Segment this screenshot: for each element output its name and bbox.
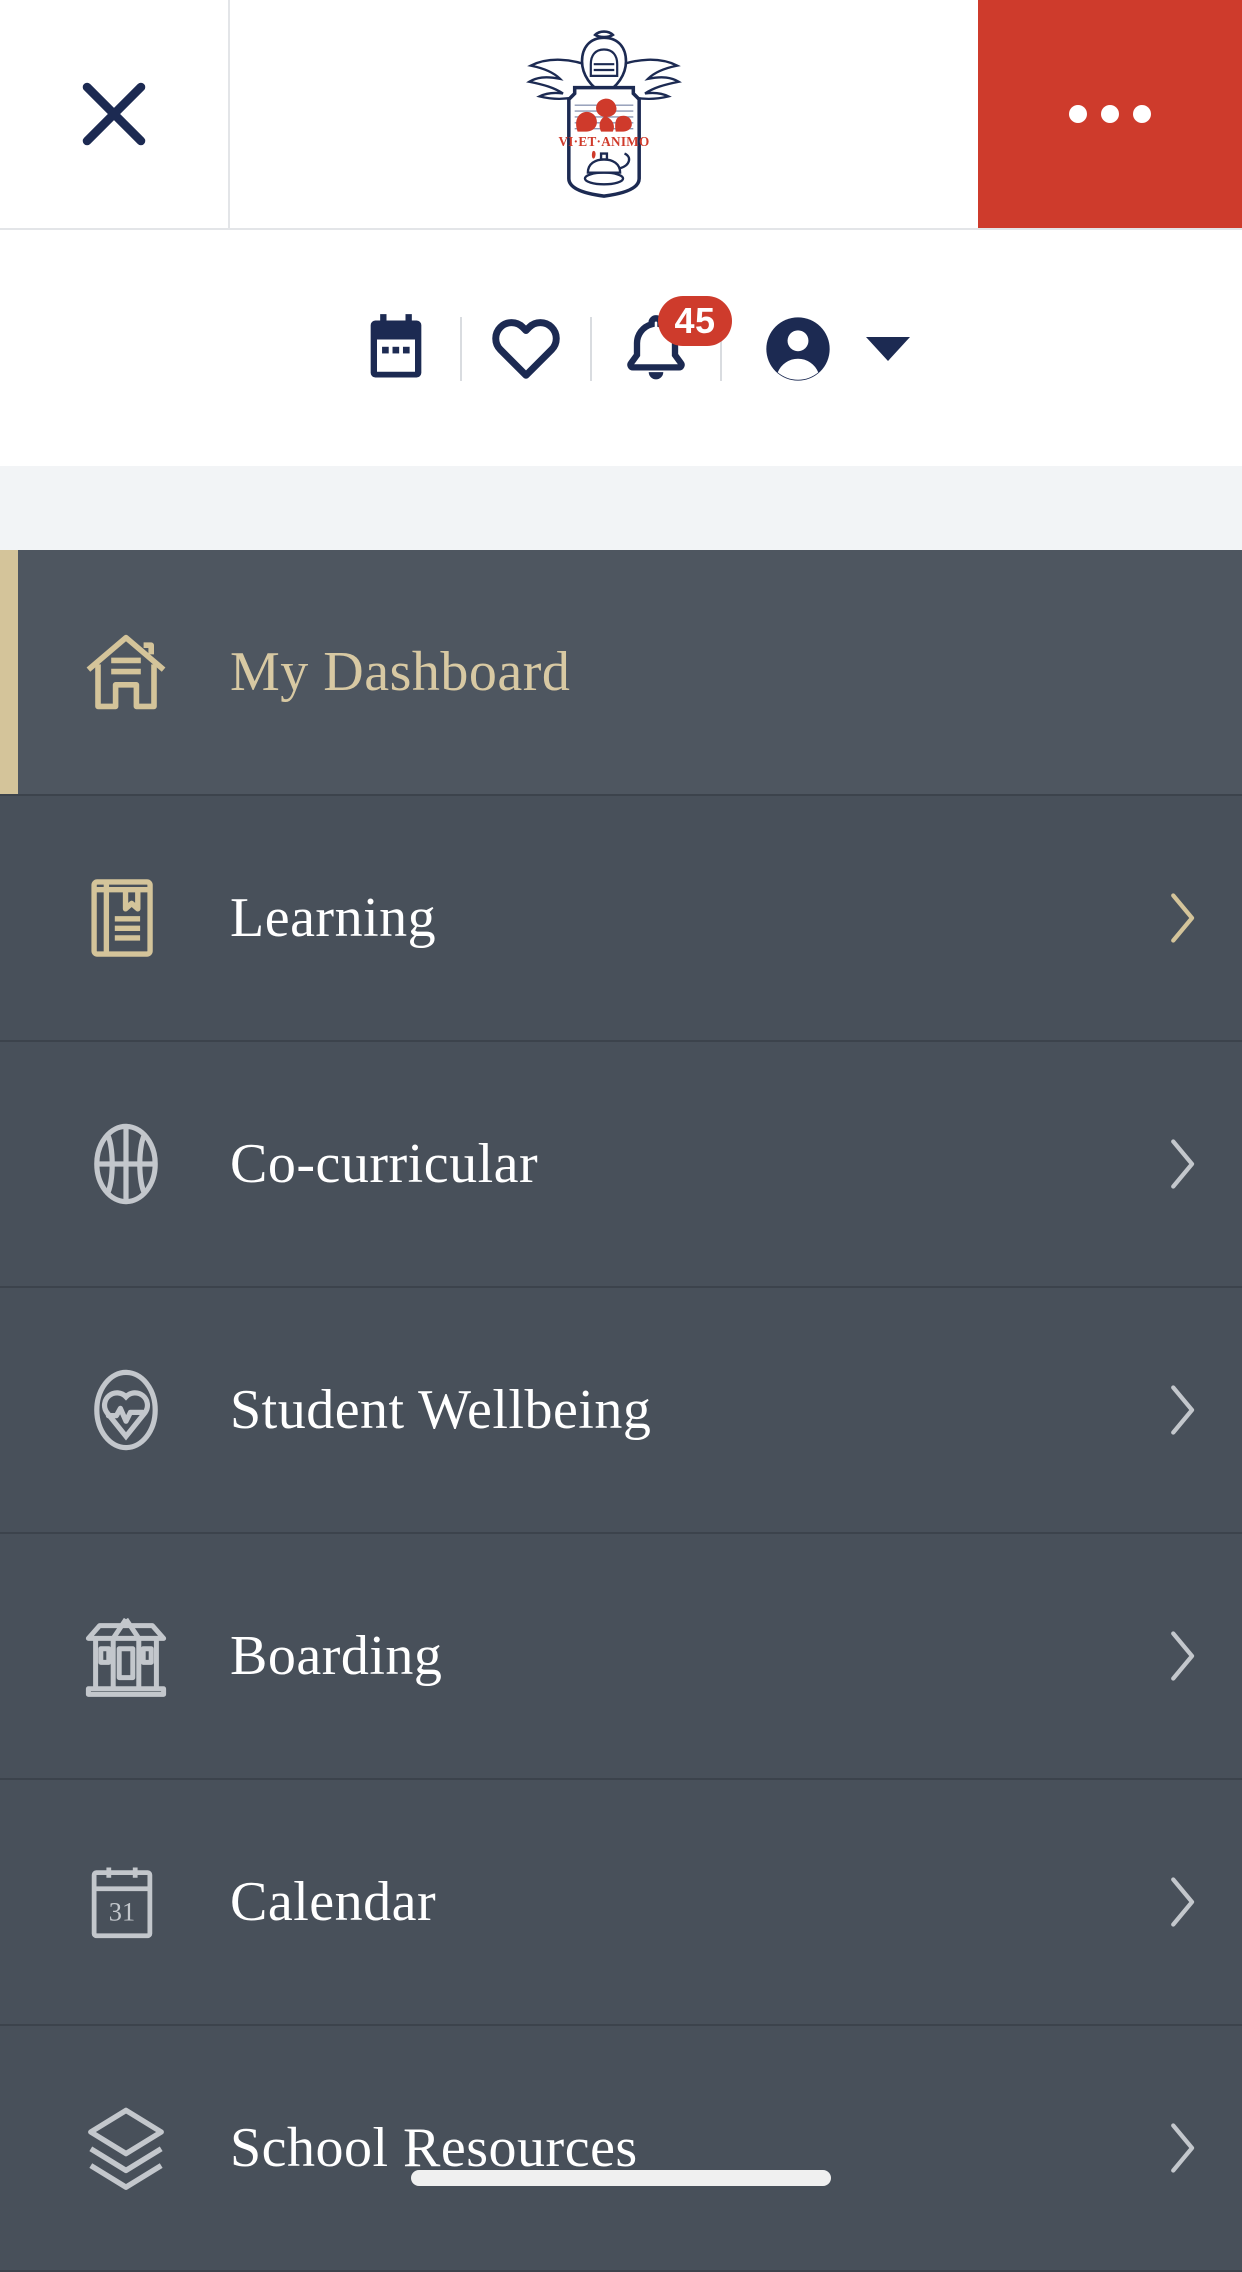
- nav-item-label: Student Wellbeing: [230, 1379, 652, 1441]
- nav-item-label: My Dashboard: [230, 641, 571, 703]
- icon-slot: [78, 1362, 230, 1458]
- dormitory-icon: [85, 1617, 167, 1697]
- quick-actions-bar: 45: [0, 232, 1242, 466]
- nav-item-learning[interactable]: Learning: [0, 796, 1242, 1042]
- main-nav-menu: My Dashboard Learning Co-curricular Stud…: [0, 550, 1242, 2272]
- book-icon: [91, 879, 153, 957]
- notification-badge: 45: [658, 296, 732, 346]
- nav-item-my-dashboard[interactable]: My Dashboard: [0, 550, 1242, 796]
- chevron-right-icon: [1171, 2123, 1195, 2173]
- heart-pulse-icon: [94, 1369, 158, 1451]
- chevron-slot: [1122, 1134, 1242, 1194]
- nav-item-label: Boarding: [230, 1625, 443, 1687]
- nav-item-label: Co-curricular: [230, 1133, 539, 1195]
- notifications-quick-button[interactable]: 45: [592, 294, 732, 404]
- calendar-31-icon: 31: [91, 1867, 153, 1939]
- more-options-button[interactable]: [978, 0, 1242, 228]
- three-dots-icon: [1069, 105, 1151, 123]
- icon-slot: [78, 2100, 230, 2196]
- mobile-nav-screen: VI·ET·ANIMO 45 My Dashboard Learning Co-…: [0, 0, 1242, 2272]
- icon-slot: [78, 1116, 230, 1212]
- account-menu-button[interactable]: [760, 311, 910, 387]
- chevron-slot: [1122, 888, 1242, 948]
- account-avatar-icon: [766, 317, 830, 381]
- school-logo[interactable]: VI·ET·ANIMO: [230, 0, 978, 228]
- calendar-quick-button[interactable]: [332, 294, 460, 404]
- chevron-slot: [1122, 1626, 1242, 1686]
- chevron-right-icon: [1171, 1385, 1195, 1435]
- chevron-slot: [1122, 1872, 1242, 1932]
- favourites-quick-button[interactable]: [462, 294, 590, 404]
- close-x-icon: [82, 82, 146, 146]
- basketball-icon: [94, 1123, 158, 1205]
- nav-item-school-resources[interactable]: School Resources: [0, 2026, 1242, 2272]
- close-button[interactable]: [0, 0, 230, 228]
- calendar-icon: [370, 314, 422, 378]
- chevron-right-icon: [1171, 1877, 1195, 1927]
- home-indicator-bar: [411, 2170, 831, 2186]
- icon-slot: [78, 1608, 230, 1704]
- heart-icon: [492, 319, 560, 379]
- nav-item-student-wellbeing[interactable]: Student Wellbeing: [0, 1288, 1242, 1534]
- top-bar: VI·ET·ANIMO: [0, 0, 1242, 230]
- icon-slot: [78, 624, 230, 720]
- school-crest-logo: VI·ET·ANIMO: [526, 30, 682, 198]
- nav-item-boarding[interactable]: Boarding: [0, 1534, 1242, 1780]
- icon-slot: [78, 872, 230, 964]
- layers-icon: [88, 2107, 164, 2190]
- nav-item-co-curricular[interactable]: Co-curricular: [0, 1042, 1242, 1288]
- active-accent-bar: [0, 550, 18, 794]
- chevron-right-icon: [1171, 1631, 1195, 1681]
- nav-item-calendar[interactable]: 31 Calendar: [0, 1780, 1242, 2026]
- icon-slot: 31: [78, 1858, 230, 1946]
- crest-motto: VI·ET·ANIMO: [558, 134, 649, 149]
- nav-item-label: Learning: [230, 887, 437, 949]
- chevron-right-icon: [1171, 893, 1195, 943]
- chevron-slot: [1122, 1380, 1242, 1440]
- svg-text:31: 31: [109, 1897, 135, 1927]
- nav-item-label: Calendar: [230, 1871, 437, 1933]
- home-icon: [86, 634, 166, 710]
- chevron-down-icon: [866, 337, 910, 361]
- chevron-right-icon: [1171, 1139, 1195, 1189]
- chevron-slot: [1122, 2118, 1242, 2178]
- section-gap: [0, 466, 1242, 550]
